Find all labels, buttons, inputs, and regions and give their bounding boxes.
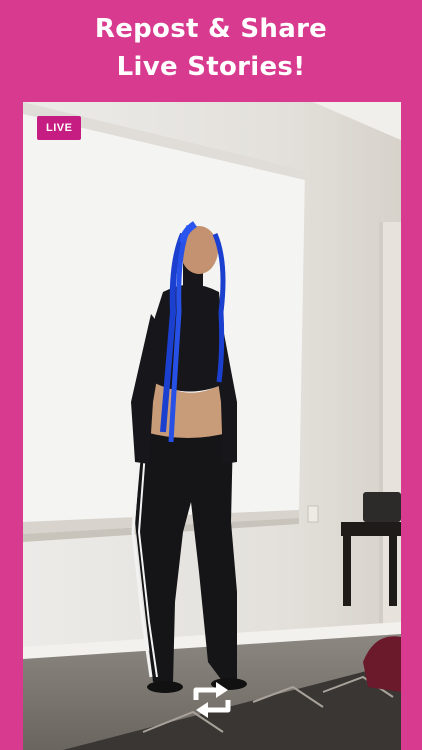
story-photo: [23, 102, 401, 750]
repost-button[interactable]: [186, 674, 238, 726]
promo-headline: Repost & Share Live Stories!: [0, 10, 422, 86]
headline-line-2: Live Stories!: [116, 52, 306, 82]
live-story-preview[interactable]: LIVE: [23, 102, 401, 750]
repost-icon: [193, 682, 231, 718]
headline-line-1: Repost & Share: [94, 14, 328, 44]
live-badge: LIVE: [37, 116, 82, 140]
